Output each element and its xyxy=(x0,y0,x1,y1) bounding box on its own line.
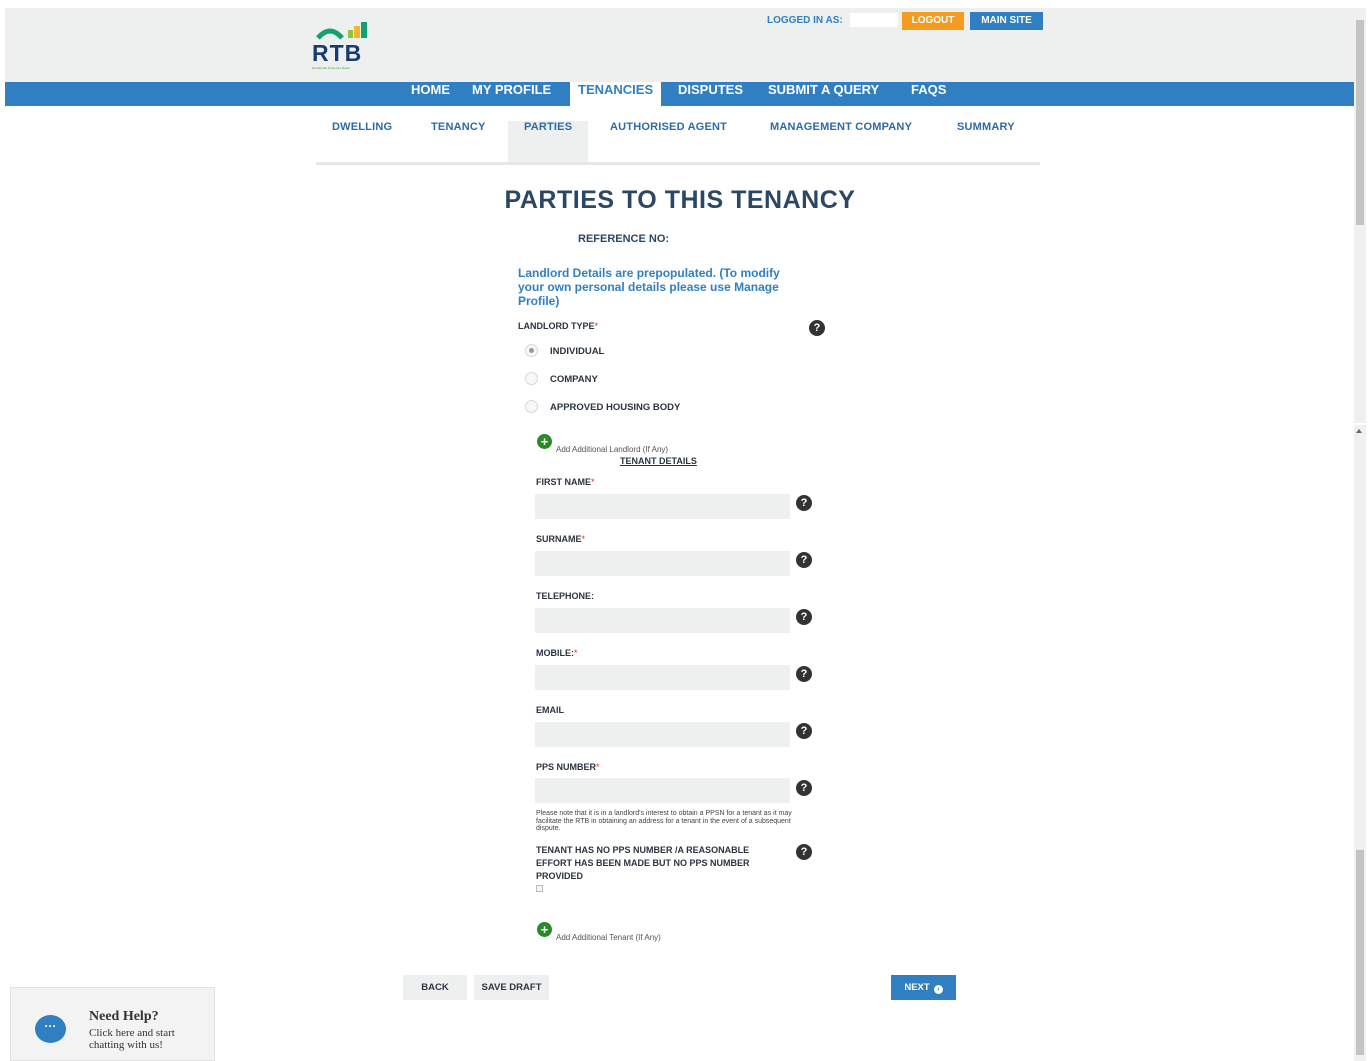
frame-scrollbar[interactable] xyxy=(1354,425,1366,1061)
tab-management-company[interactable]: MANAGEMENT COMPANY xyxy=(770,121,912,162)
nav-tenancies[interactable]: TENANCIES xyxy=(570,82,662,106)
help-icon[interactable]: ? xyxy=(796,780,812,796)
chat-title: Need Help? xyxy=(89,1009,159,1024)
reference-label: REFERENCE NO: xyxy=(578,233,670,245)
nav-my-profile[interactable]: MY PROFILE xyxy=(472,82,551,106)
add-landlord-icon[interactable]: + xyxy=(537,434,552,449)
chat-bubble-icon: ··· xyxy=(35,1015,66,1043)
scrollbar-thumb[interactable] xyxy=(1356,20,1364,225)
chat-subtitle: Click here and start chatting with us! xyxy=(89,1027,175,1051)
help-icon[interactable]: ? xyxy=(796,552,812,568)
mobile-input[interactable] xyxy=(535,665,790,690)
main-site-button[interactable]: MAIN SITE xyxy=(970,12,1043,30)
save-draft-button[interactable]: SAVE DRAFT xyxy=(474,975,549,1000)
landlord-note: Landlord Details are prepopulated. (To m… xyxy=(518,266,780,308)
add-tenant-icon[interactable]: + xyxy=(537,922,552,937)
tenant-details-title: TENANT DETAILS xyxy=(620,456,697,466)
first-name-label: FIRST NAME* xyxy=(536,477,595,487)
add-tenant-link[interactable]: Add Additional Tenant (If Any) xyxy=(556,933,661,942)
mobile-label: MOBILE:* xyxy=(536,648,578,658)
tab-parties[interactable]: PARTIES xyxy=(508,121,589,162)
no-pps-checkbox[interactable] xyxy=(536,885,543,892)
logo-tagline: Residential Tenancies Board xyxy=(312,66,350,70)
page-title: PARTIES TO THIS TENANCY xyxy=(504,186,856,214)
tab-authorised-agent[interactable]: AUTHORISED AGENT xyxy=(610,121,727,162)
radio-button[interactable] xyxy=(525,400,538,413)
pps-number-label: PPS NUMBER* xyxy=(536,762,600,772)
logo-text: RTB xyxy=(312,40,363,66)
email-input[interactable] xyxy=(535,722,790,747)
radio-button[interactable] xyxy=(525,372,538,385)
tenancy-steps-nav: DWELLING TENANCY PARTIES AUTHORISED AGEN… xyxy=(316,121,1040,165)
back-button[interactable]: BACK xyxy=(403,975,467,1000)
chat-widget[interactable]: ··· Need Help? Click here and start chat… xyxy=(10,987,215,1061)
surname-input[interactable] xyxy=(535,551,790,576)
next-button[interactable]: NEXT › xyxy=(891,975,956,1000)
logout-button[interactable]: LOGOUT xyxy=(902,12,964,30)
logo-mark-icon xyxy=(316,22,367,40)
scrollbar-thumb[interactable] xyxy=(1356,850,1364,1055)
radio-label: INDIVIDUAL xyxy=(550,346,605,357)
nav-home[interactable]: HOME xyxy=(411,82,450,106)
telephone-input[interactable] xyxy=(535,608,790,633)
logged-in-user xyxy=(850,13,898,27)
no-pps-label: TENANT HAS NO PPS NUMBER /A REASONABLE E… xyxy=(536,845,750,881)
tab-tenancy[interactable]: TENANCY xyxy=(431,121,486,162)
nav-disputes[interactable]: DISPUTES xyxy=(678,82,743,106)
logged-in-label: LOGGED IN AS: xyxy=(767,15,843,26)
arrow-right-icon: › xyxy=(933,984,943,994)
telephone-label: TELEPHONE: xyxy=(536,591,595,601)
tab-summary[interactable]: SUMMARY xyxy=(957,121,1015,162)
rtb-logo[interactable]: RTB Residential Tenancies Board xyxy=(312,20,372,72)
help-icon[interactable]: ? xyxy=(796,495,812,511)
radio-label: COMPANY xyxy=(550,374,598,385)
tab-dwelling[interactable]: DWELLING xyxy=(332,121,392,162)
first-name-input[interactable] xyxy=(535,494,790,519)
scroll-up-icon[interactable] xyxy=(1356,429,1362,433)
help-icon[interactable]: ? xyxy=(809,320,825,336)
email-label: EMAIL xyxy=(536,705,564,715)
help-icon[interactable]: ? xyxy=(796,723,812,739)
page-scrollbar[interactable] xyxy=(1354,8,1366,423)
nav-faqs[interactable]: FAQS xyxy=(911,82,946,106)
main-nav: HOME MY PROFILE TENANCIES DISPUTES SUBMI… xyxy=(5,82,1354,106)
surname-label: SURNAME* xyxy=(536,534,586,544)
nav-submit-query[interactable]: SUBMIT A QUERY xyxy=(768,82,879,106)
help-icon[interactable]: ? xyxy=(796,666,812,682)
top-header xyxy=(5,8,1354,82)
help-icon[interactable]: ? xyxy=(796,844,812,860)
help-icon[interactable]: ? xyxy=(796,609,812,625)
landlord-type-label: LANDLORD TYPE* xyxy=(518,321,599,331)
radio-button[interactable] xyxy=(525,344,538,357)
next-label: NEXT xyxy=(904,981,930,993)
pps-note: Please note that it is in a landlord's i… xyxy=(536,810,792,832)
pps-number-input[interactable] xyxy=(535,778,790,803)
radio-label: APPROVED HOUSING BODY xyxy=(550,402,681,413)
add-landlord-link[interactable]: Add Additional Landlord (If Any) xyxy=(556,445,668,454)
